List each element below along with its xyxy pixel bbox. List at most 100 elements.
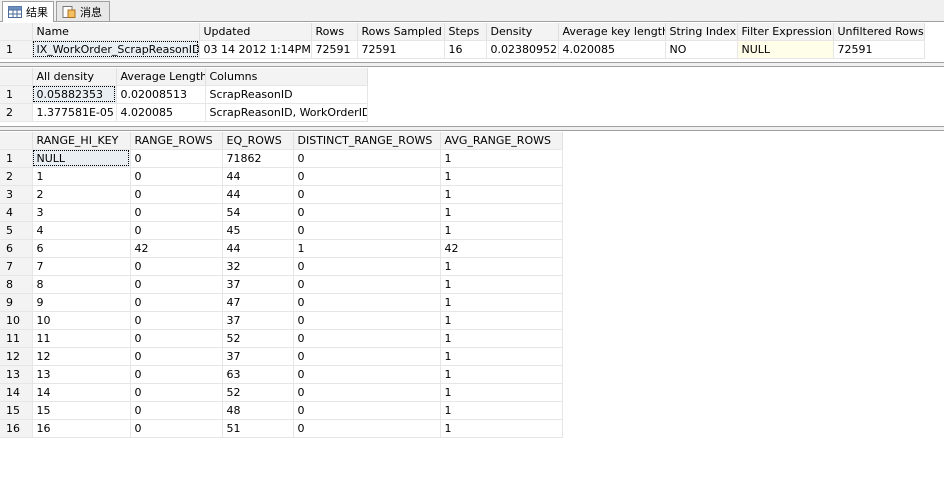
- table-cell[interactable]: 16: [444, 40, 487, 59]
- table-cell[interactable]: 0: [293, 185, 441, 204]
- table-cell[interactable]: 0: [130, 167, 223, 186]
- column-header[interactable]: EQ_ROWS: [222, 132, 294, 150]
- table-cell[interactable]: 1.377581E-05: [32, 103, 117, 122]
- row-number[interactable]: 8: [0, 275, 33, 294]
- table-row[interactable]: 8 8 0 37 0 1: [0, 275, 563, 294]
- table-cell[interactable]: 9: [32, 293, 131, 312]
- table-cell[interactable]: 1: [440, 293, 563, 312]
- row-number[interactable]: 1: [0, 149, 33, 168]
- table-cell[interactable]: 1: [440, 257, 563, 276]
- table-cell[interactable]: 1: [440, 347, 563, 366]
- column-header[interactable]: AVG_RANGE_ROWS: [440, 132, 563, 150]
- table-cell[interactable]: 03 14 2012 1:14PM: [199, 40, 312, 59]
- table-cell[interactable]: 0: [130, 311, 223, 330]
- table-cell[interactable]: 1: [440, 401, 563, 420]
- table-row[interactable]: 6 6 42 44 1 42: [0, 239, 563, 258]
- table-cell[interactable]: 0: [293, 365, 441, 384]
- table-cell[interactable]: 32: [222, 257, 294, 276]
- table-row[interactable]: 5 4 0 45 0 1: [0, 221, 563, 240]
- grid-splitter[interactable]: [0, 126, 944, 131]
- table-cell[interactable]: 4.020085: [558, 40, 666, 59]
- row-number[interactable]: 11: [0, 329, 33, 348]
- table-cell[interactable]: IX_WorkOrder_ScrapReasonID: [32, 40, 200, 59]
- table-cell[interactable]: 0: [293, 329, 441, 348]
- column-header[interactable]: RANGE_HI_KEY: [32, 132, 131, 150]
- table-row[interactable]: 2 1 0 44 0 1: [0, 167, 563, 186]
- table-cell[interactable]: 2: [32, 185, 131, 204]
- column-header[interactable]: String Index: [665, 23, 738, 41]
- table-cell[interactable]: 0: [130, 185, 223, 204]
- table-cell[interactable]: 10: [32, 311, 131, 330]
- table-cell[interactable]: 15: [32, 401, 131, 420]
- table-cell[interactable]: 0: [293, 149, 441, 168]
- row-number[interactable]: 14: [0, 383, 33, 402]
- column-header[interactable]: Unfiltered Rows: [833, 23, 925, 41]
- table-cell[interactable]: 1: [32, 167, 131, 186]
- table-cell[interactable]: 1: [440, 221, 563, 240]
- row-number[interactable]: 13: [0, 365, 33, 384]
- table-cell[interactable]: 0: [293, 257, 441, 276]
- table-cell[interactable]: 8: [32, 275, 131, 294]
- table-cell[interactable]: 16: [32, 419, 131, 438]
- table-cell[interactable]: 0: [293, 167, 441, 186]
- table-cell[interactable]: 44: [222, 185, 294, 204]
- table-cell[interactable]: 7: [32, 257, 131, 276]
- table-row[interactable]: 15 15 0 48 0 1: [0, 401, 563, 420]
- table-cell[interactable]: 1: [440, 185, 563, 204]
- table-row[interactable]: 16 16 0 51 0 1: [0, 419, 563, 438]
- row-number[interactable]: 1: [0, 40, 33, 59]
- tab-messages[interactable]: 消息: [56, 1, 110, 21]
- row-number[interactable]: 2: [0, 103, 33, 122]
- table-cell[interactable]: 1: [440, 329, 563, 348]
- table-row[interactable]: 9 9 0 47 0 1: [0, 293, 563, 312]
- table-cell[interactable]: 0: [293, 311, 441, 330]
- table-cell[interactable]: 0: [130, 365, 223, 384]
- select-all-corner[interactable]: [0, 132, 33, 150]
- column-header[interactable]: Columns: [205, 68, 368, 86]
- select-all-corner[interactable]: [0, 68, 33, 86]
- table-cell[interactable]: 44: [222, 239, 294, 258]
- table-cell[interactable]: 54: [222, 203, 294, 222]
- table-cell[interactable]: 0.02008513: [116, 85, 206, 104]
- table-row[interactable]: 14 14 0 52 0 1: [0, 383, 563, 402]
- row-number[interactable]: 16: [0, 419, 33, 438]
- column-header[interactable]: Average key length: [558, 23, 666, 41]
- table-row[interactable]: 4 3 0 54 0 1: [0, 203, 563, 222]
- table-row[interactable]: 11 11 0 52 0 1: [0, 329, 563, 348]
- table-cell[interactable]: 0: [293, 221, 441, 240]
- row-number[interactable]: 4: [0, 203, 33, 222]
- table-cell[interactable]: 51: [222, 419, 294, 438]
- column-header[interactable]: All density: [32, 68, 117, 86]
- table-cell[interactable]: 63: [222, 365, 294, 384]
- row-number[interactable]: 5: [0, 221, 33, 240]
- table-cell[interactable]: 13: [32, 365, 131, 384]
- row-number[interactable]: 12: [0, 347, 33, 366]
- table-row[interactable]: 1 0.05882353 0.02008513 ScrapReasonID: [0, 85, 368, 104]
- tab-results[interactable]: 结果: [2, 1, 54, 22]
- table-cell[interactable]: 72591: [833, 40, 925, 59]
- table-cell[interactable]: 37: [222, 275, 294, 294]
- column-header[interactable]: Filter Expression: [737, 23, 834, 41]
- column-header[interactable]: Average Length: [116, 68, 206, 86]
- column-header[interactable]: DISTINCT_RANGE_ROWS: [293, 132, 441, 150]
- table-cell[interactable]: 0.02380952: [486, 40, 559, 59]
- table-cell[interactable]: 44: [222, 167, 294, 186]
- table-cell[interactable]: 0: [293, 419, 441, 438]
- table-cell[interactable]: 1: [440, 419, 563, 438]
- table-cell[interactable]: 0: [293, 293, 441, 312]
- row-number[interactable]: 1: [0, 85, 33, 104]
- table-cell[interactable]: 0: [130, 347, 223, 366]
- table-cell[interactable]: 0: [293, 203, 441, 222]
- table-cell[interactable]: 0: [130, 401, 223, 420]
- table-cell[interactable]: 1: [440, 167, 563, 186]
- table-cell[interactable]: 3: [32, 203, 131, 222]
- table-row[interactable]: 13 13 0 63 0 1: [0, 365, 563, 384]
- column-header[interactable]: Steps: [444, 23, 487, 41]
- row-number[interactable]: 9: [0, 293, 33, 312]
- table-cell[interactable]: 72591: [357, 40, 445, 59]
- table-cell[interactable]: 1: [440, 365, 563, 384]
- table-cell[interactable]: 0: [130, 383, 223, 402]
- table-cell[interactable]: 0: [130, 293, 223, 312]
- table-cell[interactable]: 0: [130, 149, 223, 168]
- column-header[interactable]: Updated: [199, 23, 312, 41]
